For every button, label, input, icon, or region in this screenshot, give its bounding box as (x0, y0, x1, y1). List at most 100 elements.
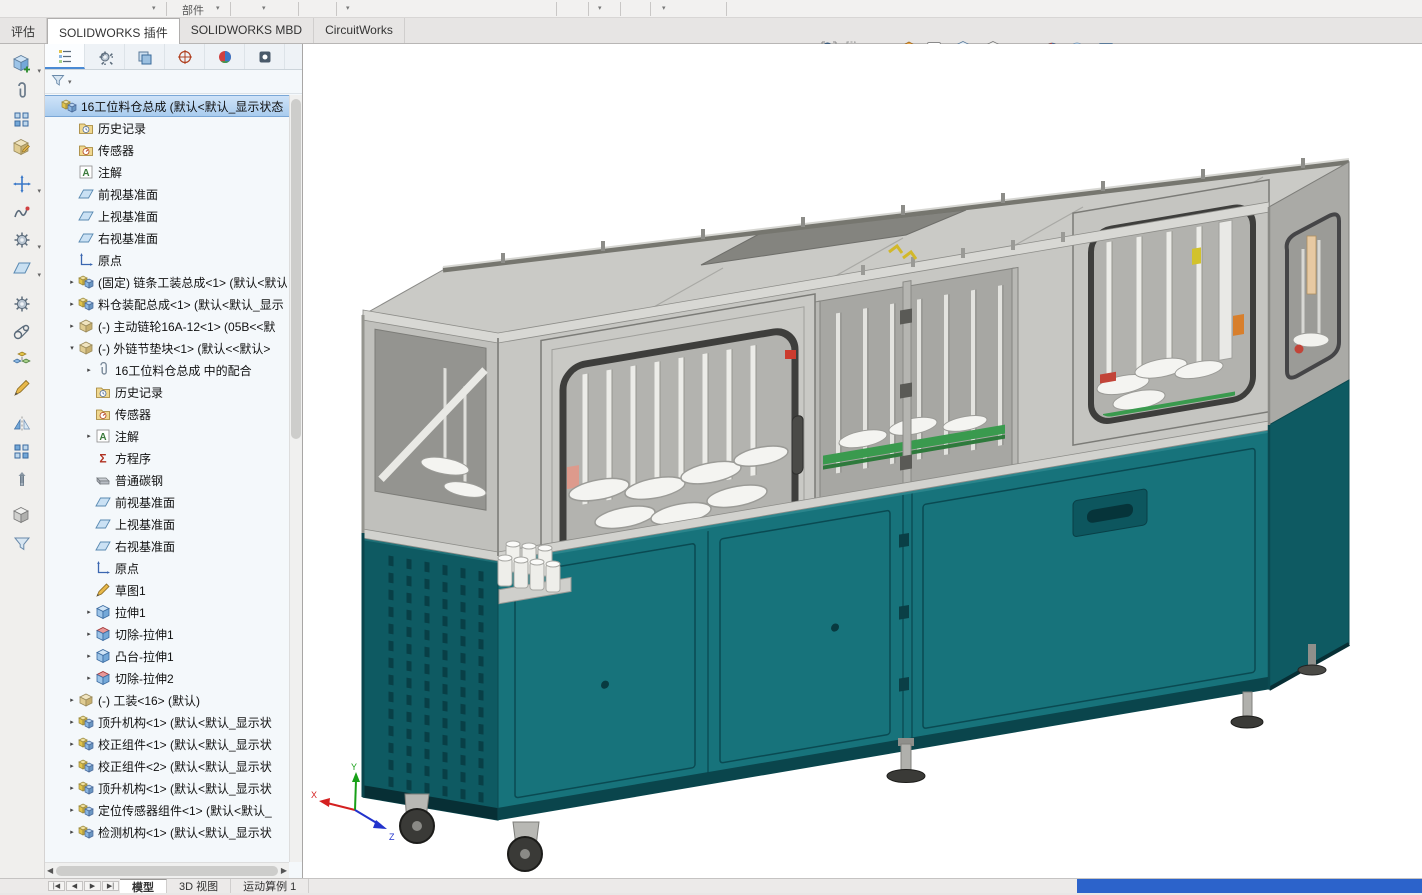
scrollbar-thumb[interactable] (56, 866, 278, 876)
tree-item[interactable]: ▸校正组件<1> (默认<默认_显示状 (45, 733, 289, 755)
nav-next-button[interactable]: ▶ (84, 881, 101, 891)
filter-funnel-icon[interactable] (50, 72, 66, 91)
smart-fasteners-icon[interactable] (4, 466, 40, 493)
tree-item[interactable]: 上视基准面 (45, 205, 289, 227)
scroll-left-arrow[interactable]: ◀ (47, 866, 53, 875)
tree-item[interactable]: ▸顶升机构<1> (默认<默认_显示状 (45, 711, 289, 733)
tree-item[interactable]: 16工位料仓总成 (默认<默认_显示状态 (45, 95, 289, 117)
tree-item[interactable]: ▸凸台-拉伸1 (45, 645, 289, 667)
feature-manager-tab[interactable] (45, 44, 85, 69)
tree-item[interactable]: 原点 (45, 249, 289, 271)
expand-arrow-icon[interactable]: ▸ (66, 278, 78, 286)
ribbon-tab-solidworks-mbd[interactable]: SOLIDWORKS MBD (180, 18, 314, 43)
expand-arrow-icon[interactable]: ▸ (66, 740, 78, 748)
tree-item[interactable]: 普通碳钢 (45, 469, 289, 491)
ribbon-tab-solidworks-插件[interactable]: SOLIDWORKS 插件 (47, 18, 180, 44)
linear-component-pattern-icon[interactable] (4, 106, 40, 133)
tree-horizontal-scrollbar[interactable]: ◀ ▶ (45, 862, 289, 878)
expand-arrow-icon[interactable]: ▸ (66, 718, 78, 726)
tree-item[interactable]: 右视基准面 (45, 227, 289, 249)
mate-icon[interactable] (4, 78, 40, 105)
chevron-down-icon[interactable]: ▾ (662, 4, 666, 12)
bottom-tab-运动算例-1[interactable]: 运动算例 1 (231, 879, 309, 893)
nav-last-button[interactable]: ▶| (102, 881, 119, 891)
mirror-components-icon[interactable] (4, 410, 40, 437)
exploded-view-icon[interactable] (4, 346, 40, 373)
expand-arrow-icon[interactable]: ▸ (83, 366, 95, 374)
tree-item[interactable]: 前视基准面 (45, 491, 289, 513)
insert-components-icon[interactable]: ▾ (4, 50, 40, 77)
property-manager-tab[interactable] (85, 44, 125, 69)
scrollbar-thumb[interactable] (291, 99, 301, 439)
motion-study-icon[interactable] (4, 198, 40, 225)
display-manager-tab[interactable] (205, 44, 245, 69)
tree-item[interactable]: A注解 (45, 161, 289, 183)
chevron-down-icon[interactable]: ▾ (346, 4, 350, 12)
tree-item[interactable]: 草图1 (45, 579, 289, 601)
tree-item[interactable]: ▸校正组件<2> (默认<默认_显示状 (45, 755, 289, 777)
tree-item[interactable]: ▸(-) 主动链轮16A-12<1> (05B<<默 (45, 315, 289, 337)
tree-item[interactable]: ▸定位传感器组件<1> (默认<默认_ (45, 799, 289, 821)
tree-item[interactable]: 历史记录 (45, 381, 289, 403)
tree-item[interactable]: 传感器 (45, 403, 289, 425)
chevron-down-icon[interactable]: ▾ (262, 4, 266, 12)
tree-item[interactable]: ▸检测机构<1> (默认<默认_显示状 (45, 821, 289, 843)
tree-item[interactable]: ▸切除-拉伸2 (45, 667, 289, 689)
nav-prev-button[interactable]: ◀ (66, 881, 83, 891)
nav-first-button[interactable]: |◀ (48, 881, 65, 891)
move-component-icon[interactable]: ▾ (4, 170, 40, 197)
tree-item[interactable]: ▸(固定) 链条工装总成<1> (默认<默认 (45, 271, 289, 293)
chevron-down-icon[interactable]: ▾ (216, 4, 220, 12)
expand-arrow-icon[interactable]: ▸ (66, 300, 78, 308)
expand-arrow-icon[interactable]: ▸ (83, 630, 95, 638)
belt-chain-icon[interactable] (4, 318, 40, 345)
tree-item[interactable]: ▾(-) 外链节垫块<1> (默认<<默认> (45, 337, 289, 359)
edit-component-icon[interactable] (4, 134, 40, 161)
expand-arrow-icon[interactable]: ▸ (66, 696, 78, 704)
tree-item[interactable]: ▸A注解 (45, 425, 289, 447)
gear-mate-icon[interactable] (4, 290, 40, 317)
scroll-right-arrow[interactable]: ▶ (281, 866, 287, 875)
tree-item[interactable]: ▸拉伸1 (45, 601, 289, 623)
tree-item[interactable]: 前视基准面 (45, 183, 289, 205)
graphics-viewport[interactable]: X Y Z (303, 44, 1422, 878)
bottom-tab-模型[interactable]: 模型 (120, 879, 167, 893)
assembly-features-icon[interactable]: ▾ (4, 226, 40, 253)
chevron-down-icon[interactable]: ▾ (152, 4, 156, 12)
selection-filter-icon[interactable] (4, 530, 40, 557)
tree-item[interactable]: 原点 (45, 557, 289, 579)
expand-arrow-icon[interactable]: ▸ (66, 322, 78, 330)
tree-item[interactable]: ▸16工位料仓总成 中的配合 (45, 359, 289, 381)
tree-item[interactable]: ▸(-) 工装<16> (默认) (45, 689, 289, 711)
ribbon-tab-circuitworks[interactable]: CircuitWorks (314, 18, 405, 43)
machine-3d-model[interactable]: X Y Z (303, 44, 1422, 878)
tree-item[interactable]: 右视基准面 (45, 535, 289, 557)
tree-item[interactable]: 传感器 (45, 139, 289, 161)
chevron-down-icon[interactable]: ▾ (598, 4, 602, 12)
tree-item[interactable]: 历史记录 (45, 117, 289, 139)
expand-arrow-icon[interactable]: ▸ (66, 806, 78, 814)
tree-item[interactable]: 上视基准面 (45, 513, 289, 535)
reference-geometry-icon[interactable]: ▾ (4, 254, 40, 281)
ribbon-tab-评估[interactable]: 评估 (0, 18, 47, 43)
chevron-down-icon[interactable]: ▾ (68, 78, 72, 86)
cam-tab[interactable] (245, 44, 285, 69)
tree-vertical-scrollbar[interactable] (289, 95, 302, 862)
large-assembly-mode-icon[interactable] (4, 502, 40, 529)
instant-3d-icon[interactable] (4, 374, 40, 401)
configuration-manager-tab[interactable] (125, 44, 165, 69)
expand-arrow-icon[interactable]: ▸ (83, 608, 95, 616)
expand-arrow-icon[interactable]: ▸ (83, 432, 95, 440)
expand-arrow-icon[interactable]: ▸ (83, 652, 95, 660)
tree-item[interactable]: ▸顶升机构<1> (默认<默认_显示状 (45, 777, 289, 799)
tree-item[interactable]: ▸切除-拉伸1 (45, 623, 289, 645)
bottom-tab-3d-视图[interactable]: 3D 视图 (167, 879, 231, 893)
expand-arrow-icon[interactable]: ▸ (66, 828, 78, 836)
expand-arrow-icon[interactable]: ▸ (66, 784, 78, 792)
dimxpert-manager-tab[interactable] (165, 44, 205, 69)
tree-item[interactable]: ▸料仓装配总成<1> (默认<默认_显示 (45, 293, 289, 315)
component-pattern-icon[interactable] (4, 438, 40, 465)
expand-arrow-icon[interactable]: ▸ (66, 762, 78, 770)
tree-item[interactable]: Σ方程序 (45, 447, 289, 469)
expand-arrow-icon[interactable]: ▾ (66, 344, 78, 352)
